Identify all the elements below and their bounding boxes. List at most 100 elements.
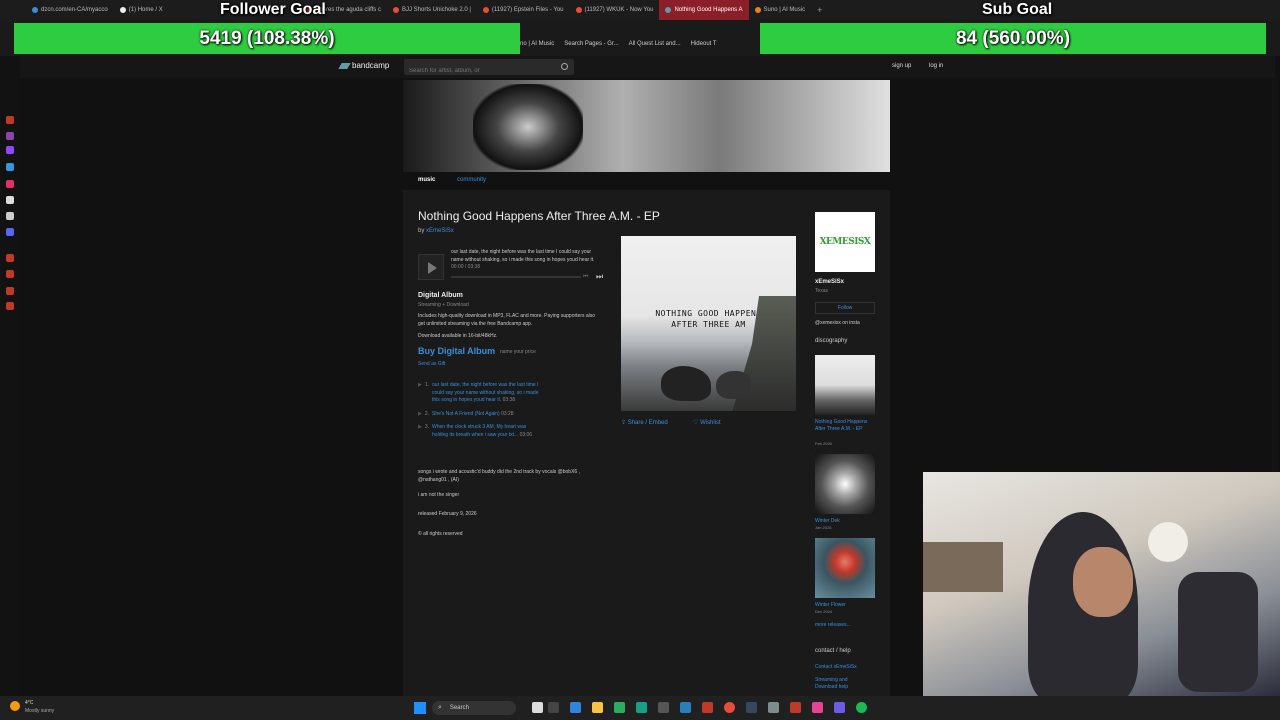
- nav-community[interactable]: community: [457, 177, 486, 183]
- streaming-help-link[interactable]: Streaming and Download help: [815, 677, 870, 691]
- share-embed-button[interactable]: ⇪ Share / Embed: [621, 419, 668, 426]
- search-icon[interactable]: [561, 63, 568, 70]
- webcam-chair: [1178, 572, 1258, 692]
- share-icon: ⇪: [621, 420, 627, 426]
- track-row[interactable]: ▶ 1. our last date, the night before was…: [418, 382, 608, 405]
- weather-temp[interactable]: 4°C: [25, 700, 33, 706]
- discography-date: Feb 2026: [815, 441, 832, 446]
- bookmark-item[interactable]: Hideout T: [691, 41, 717, 47]
- bookmark-item[interactable]: no | AI Music: [520, 41, 554, 47]
- track-time: 03:06: [519, 431, 533, 438]
- track-row[interactable]: ▶ 2. She's Not A Friend (Not Again) 03:2…: [418, 411, 608, 419]
- buy-digital-album-button[interactable]: Buy Digital Album: [418, 346, 495, 356]
- discography-cover[interactable]: [815, 538, 875, 598]
- taskbar-app-icon[interactable]: [532, 702, 543, 713]
- nav-music[interactable]: music: [418, 177, 435, 183]
- search-box[interactable]: [404, 59, 574, 79]
- spotify-icon[interactable]: [856, 702, 867, 713]
- file-explorer-icon[interactable]: [592, 702, 603, 713]
- discography-cover[interactable]: [815, 355, 875, 415]
- track-title[interactable]: our last date, the night before was the …: [432, 382, 538, 403]
- browser-tab[interactable]: BJJ Shorts Unichoke 2.0 |: [387, 0, 477, 20]
- album-cover-art[interactable]: NOTHING GOOD HAPPENS AFTER THREE AM: [621, 236, 796, 411]
- sign-up-link[interactable]: sign up: [892, 63, 911, 69]
- browser-tab[interactable]: (11927) Epstein Files - You: [477, 0, 570, 20]
- bookmark-bar: no | AI Music Search Pages - Gr... All Q…: [520, 41, 717, 47]
- new-tab-button[interactable]: +: [811, 0, 828, 20]
- taskbar-app-icon[interactable]: [548, 702, 559, 713]
- sidebar-app-icon[interactable]: [6, 287, 14, 295]
- discography-title[interactable]: Winter Dek: [815, 518, 840, 524]
- track-play-icon[interactable]: ▶: [418, 424, 422, 439]
- browser-tab[interactable]: (11927) WKUK - Now You: [570, 0, 660, 20]
- browser-tab[interactable]: Suno | AI Music: [749, 0, 812, 20]
- track-row[interactable]: ▶ 3. When the clock struck 3 AM, My hear…: [418, 424, 608, 439]
- search-input[interactable]: [404, 63, 554, 79]
- taskbar-app-icon[interactable]: [768, 702, 779, 713]
- bookmark-item[interactable]: All Quest List and...: [629, 41, 681, 47]
- sidebar-app-icon[interactable]: [6, 180, 14, 188]
- sidebar-app-icon[interactable]: [6, 163, 14, 171]
- sidebar-app-icon[interactable]: [6, 116, 14, 124]
- taskbar-app-icon[interactable]: [702, 702, 713, 713]
- contact-artist-link[interactable]: Contact xEmeSiSx: [815, 664, 857, 670]
- discography-title[interactable]: Nothing Good Happens After Three A.M. - …: [815, 419, 877, 433]
- track-play-icon[interactable]: ▶: [418, 382, 422, 405]
- taskbar-app-icon[interactable]: [570, 702, 581, 713]
- bandcamp-logo[interactable]: bandcamp: [338, 61, 389, 70]
- digital-album-description: Includes high-quality download in MP3, F…: [418, 313, 596, 327]
- discord-icon[interactable]: [6, 228, 14, 236]
- follower-goal-value: 5419 (108.38%): [199, 27, 335, 49]
- play-button[interactable]: [418, 254, 444, 280]
- taskbar-app-icon[interactable]: [614, 702, 625, 713]
- track-play-icon[interactable]: ▶: [418, 411, 422, 419]
- artist-link[interactable]: xEmeSiSx: [426, 228, 454, 234]
- more-releases-link[interactable]: more releases...: [815, 622, 851, 628]
- wishlist-button[interactable]: ♡ Wishlist: [693, 419, 721, 426]
- sub-goal-bar: 84 (560.00%): [760, 23, 1266, 54]
- sidebar-app-icon[interactable]: [6, 270, 14, 278]
- browser-tab[interactable]: dzcn.com/en-CA/myacco: [26, 0, 114, 20]
- artist-logo-image[interactable]: XEMESISX: [815, 212, 875, 272]
- x-icon: [119, 7, 126, 13]
- artist-insta: @xemesisx on insta: [815, 320, 860, 326]
- browser-tab-active[interactable]: Nothing Good Happens A: [659, 0, 749, 20]
- sidebar-app-icon[interactable]: [6, 132, 14, 140]
- weather-desc[interactable]: Mostly sunny: [25, 708, 54, 714]
- discography-title[interactable]: Winter Flower: [815, 602, 846, 608]
- track-title[interactable]: She's Not A Friend (Not Again): [432, 411, 500, 417]
- weather-icon[interactable]: [10, 701, 20, 711]
- tiktok-icon[interactable]: [6, 196, 14, 204]
- log-in-link[interactable]: log in: [929, 63, 943, 69]
- discography-cover[interactable]: [815, 454, 875, 514]
- album-about: songs i wrote and acoustic'd buddy did t…: [418, 469, 580, 483]
- sidebar-app-icon[interactable]: [6, 302, 14, 310]
- sidebar-app-icon[interactable]: [6, 146, 14, 154]
- taskbar-app-icon[interactable]: [680, 702, 691, 713]
- taskbar-app-icon[interactable]: [636, 702, 647, 713]
- next-track-icon[interactable]: ⏭: [596, 272, 603, 282]
- taskbar-app-icon[interactable]: [746, 702, 757, 713]
- windows-start-icon[interactable]: [414, 702, 426, 714]
- x-icon[interactable]: [6, 212, 14, 220]
- taskbar-app-icon[interactable]: [812, 702, 823, 713]
- taskbar-search-box[interactable]: ⌕ Search: [432, 701, 516, 715]
- browser-tab[interactable]: (1) Home / X: [114, 0, 169, 20]
- progress-bar[interactable]: [451, 276, 581, 278]
- bandcamp-header: [20, 56, 1275, 78]
- taskbar-app-icon[interactable]: [790, 702, 801, 713]
- artist-banner-image: [403, 80, 890, 172]
- bookmark-item[interactable]: Search Pages - Gr...: [564, 41, 618, 47]
- sidebar-app-icon[interactable]: [6, 254, 14, 262]
- sub-goal-title: Sub Goal: [982, 1, 1053, 18]
- taskbar-app-icon[interactable]: [658, 702, 669, 713]
- previous-track-icon[interactable]: ⏮: [583, 274, 588, 281]
- taskbar-app-icon[interactable]: [834, 702, 845, 713]
- opera-icon[interactable]: [724, 702, 735, 713]
- send-as-gift-link[interactable]: Send as Gift: [418, 361, 446, 367]
- browser-tab-bar: dzcn.com/en-CA/myacco (1) Home / X Where…: [0, 0, 1280, 20]
- follow-button[interactable]: Follow: [815, 302, 875, 314]
- artist-logo-text: XEMESISX: [819, 237, 871, 247]
- copyright-notice: © all rights reserved: [418, 531, 463, 537]
- track-title[interactable]: When the clock struck 3 AM, My heart was…: [432, 424, 526, 438]
